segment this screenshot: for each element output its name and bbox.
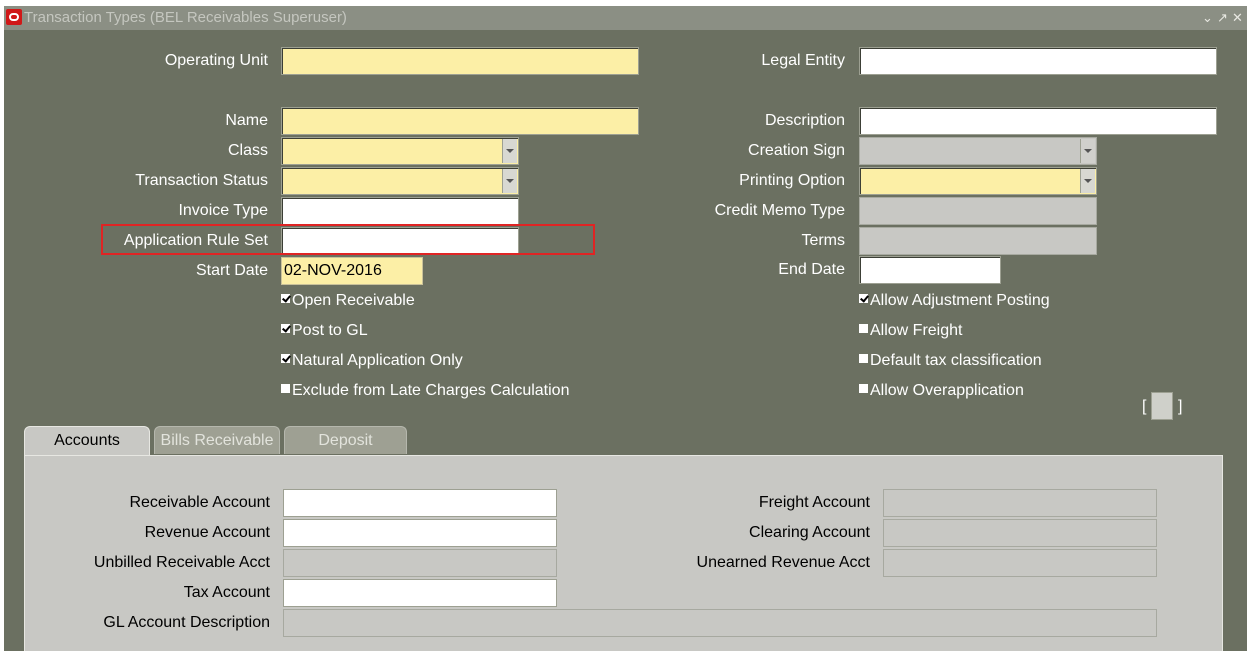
transaction-status-select[interactable] xyxy=(281,167,519,195)
gl-account-description-label: GL Account Description xyxy=(103,614,270,631)
allow-adjustment-posting-label: Allow Adjustment Posting xyxy=(870,292,1050,309)
maximize-icon[interactable]: ↗ xyxy=(1217,6,1228,30)
allow-adjustment-posting-checkbox[interactable]: Allow Adjustment Posting xyxy=(859,292,1050,310)
minimize-icon[interactable]: ⌄ xyxy=(1202,6,1213,30)
checkbox-unchecked-icon[interactable] xyxy=(859,384,868,394)
checkbox-unchecked-icon[interactable] xyxy=(281,384,290,394)
post-to-gl-label: Post to GL xyxy=(292,322,368,339)
flexfield-button[interactable] xyxy=(1151,392,1173,420)
creation-sign-label: Creation Sign xyxy=(748,142,845,159)
invoice-type-label: Invoice Type xyxy=(178,202,268,219)
allow-overapplication-checkbox[interactable]: Allow Overapplication xyxy=(859,382,1024,400)
application-rule-set-label: Application Rule Set xyxy=(123,232,268,249)
unbilled-receivable-acct-label: Unbilled Receivable Acct xyxy=(93,554,270,571)
chevron-down-icon[interactable] xyxy=(502,139,517,163)
flexfield-bracket-open: [ xyxy=(1142,398,1147,415)
class-label: Class xyxy=(227,142,268,159)
application-rule-set-field[interactable] xyxy=(281,227,519,255)
exclude-late-charges-label: Exclude from Late Charges Calculation xyxy=(292,382,570,399)
unbilled-receivable-acct-field[interactable] xyxy=(283,549,557,577)
transaction-status-label: Transaction Status xyxy=(135,172,268,189)
tax-account-label: Tax Account xyxy=(183,584,270,601)
window-title: Transaction Types (BEL Receivables Super… xyxy=(24,9,347,26)
end-date-label: End Date xyxy=(778,261,845,278)
terms-label: Terms xyxy=(801,232,845,249)
description-field[interactable] xyxy=(859,107,1217,135)
flexfield-bracket-close: ] xyxy=(1178,398,1183,415)
creation-sign-select[interactable] xyxy=(859,137,1097,165)
chevron-down-icon[interactable] xyxy=(1080,139,1095,163)
printing-option-label: Printing Option xyxy=(739,172,845,189)
transaction-types-window: Transaction Types (BEL Receivables Super… xyxy=(4,6,1247,651)
start-date-label: Start Date xyxy=(195,262,268,279)
receivable-account-field[interactable] xyxy=(283,489,557,517)
name-field[interactable] xyxy=(281,107,639,135)
end-date-field[interactable] xyxy=(859,256,1001,284)
checkbox-unchecked-icon[interactable] xyxy=(859,324,868,334)
open-receivable-checkbox[interactable]: Open Receivable xyxy=(281,292,415,310)
accounts-panel: Receivable Account Revenue Account Unbil… xyxy=(24,455,1223,651)
default-tax-classification-label: Default tax classification xyxy=(870,352,1042,369)
clearing-account-field[interactable] xyxy=(883,519,1157,547)
invoice-type-field[interactable] xyxy=(281,197,519,225)
printing-option-select[interactable] xyxy=(859,167,1097,195)
class-select[interactable] xyxy=(281,137,519,165)
unearned-revenue-acct-label: Unearned Revenue Acct xyxy=(696,554,870,571)
chevron-down-icon[interactable] xyxy=(502,169,517,193)
name-label: Name xyxy=(225,112,268,129)
gl-account-description-field[interactable] xyxy=(283,609,1157,637)
credit-memo-type-label: Credit Memo Type xyxy=(714,202,845,219)
checkbox-checked-icon[interactable] xyxy=(281,354,290,364)
receivable-account-label: Receivable Account xyxy=(129,494,270,511)
credit-memo-type-field[interactable] xyxy=(859,197,1097,225)
terms-field[interactable] xyxy=(859,227,1097,255)
operating-unit-field[interactable] xyxy=(281,47,639,75)
revenue-account-label: Revenue Account xyxy=(144,524,270,541)
operating-unit-label: Operating Unit xyxy=(164,52,268,69)
start-date-field[interactable]: 02-NOV-2016 xyxy=(281,257,423,285)
chevron-down-icon[interactable] xyxy=(1080,169,1095,193)
title-bar: Transaction Types (BEL Receivables Super… xyxy=(4,6,1247,30)
post-to-gl-checkbox[interactable]: Post to GL xyxy=(281,322,368,340)
open-receivable-label: Open Receivable xyxy=(292,292,415,309)
checkbox-checked-icon[interactable] xyxy=(281,294,290,304)
exclude-late-charges-checkbox[interactable]: Exclude from Late Charges Calculation xyxy=(281,382,569,400)
tab-bills-receivable[interactable]: Bills Receivable xyxy=(154,426,280,454)
revenue-account-field[interactable] xyxy=(283,519,557,547)
checkbox-checked-icon[interactable] xyxy=(859,294,868,304)
allow-freight-checkbox[interactable]: Allow Freight xyxy=(859,322,962,340)
legal-entity-label: Legal Entity xyxy=(761,52,845,69)
natural-application-only-label: Natural Application Only xyxy=(292,352,463,369)
freight-account-label: Freight Account xyxy=(758,494,870,511)
freight-account-field[interactable] xyxy=(883,489,1157,517)
allow-freight-label: Allow Freight xyxy=(870,322,963,339)
allow-overapplication-label: Allow Overapplication xyxy=(870,382,1024,399)
tab-deposit[interactable]: Deposit xyxy=(284,426,407,454)
unearned-revenue-acct-field[interactable] xyxy=(883,549,1157,577)
oracle-logo-icon xyxy=(6,9,22,25)
tax-account-field[interactable] xyxy=(283,579,557,607)
clearing-account-label: Clearing Account xyxy=(749,524,870,541)
natural-application-only-checkbox[interactable]: Natural Application Only xyxy=(281,352,463,370)
tab-accounts[interactable]: Accounts xyxy=(24,426,150,456)
legal-entity-field[interactable] xyxy=(859,47,1217,75)
default-tax-classification-checkbox[interactable]: Default tax classification xyxy=(859,352,1042,370)
close-icon[interactable]: ✕ xyxy=(1232,6,1243,30)
checkbox-unchecked-icon[interactable] xyxy=(859,354,868,364)
checkbox-checked-icon[interactable] xyxy=(281,324,290,334)
description-label: Description xyxy=(764,112,845,129)
window-controls: ⌄ ↗ ✕ xyxy=(1202,6,1243,30)
